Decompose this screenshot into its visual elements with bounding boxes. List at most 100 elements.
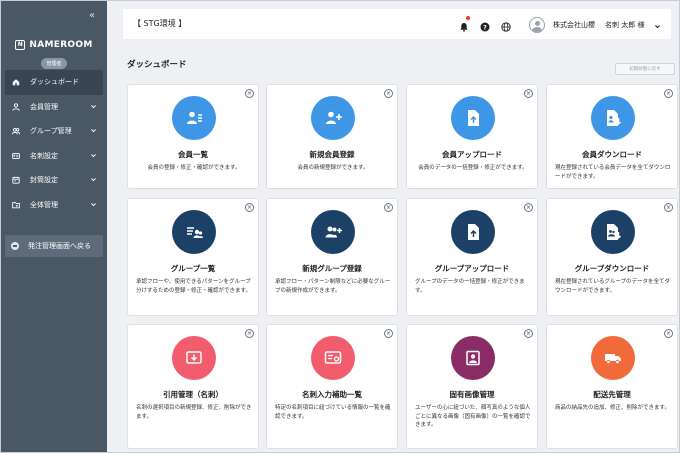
card-title: 新規グループ登録 [302, 264, 362, 273]
sidebar-item-envelope-settings[interactable]: 封筒設定 [5, 168, 103, 193]
card-new-group[interactable]: × 新規グループ登録 承認フロー・パターン制限などに必要なグループの新規作成がで… [266, 198, 398, 316]
card-title: 名刺入力補助一覧 [302, 390, 362, 399]
card-title: 会員アップロード [442, 150, 502, 159]
chevron-down-icon [90, 201, 97, 210]
card-title: グループ一覧 [170, 264, 216, 273]
folder-gear-icon [11, 200, 21, 210]
close-icon[interactable]: × [524, 89, 533, 98]
card-title: グループアップロード [434, 264, 510, 273]
card-description: 承認フローや、使用できるパターンをグループ分けするための登録・修正・確認ができま… [136, 279, 251, 294]
card-new-member[interactable]: × 新規会員登録 会員の新規登録ができます。 [266, 84, 398, 189]
card-delivery[interactable]: × 配送先管理 商品の納品先の追加、修正、削除ができます。 [546, 324, 678, 449]
globe-icon[interactable] [501, 17, 511, 36]
sidebar-item-label: ダッシュボード [30, 78, 79, 87]
card-title: 会員ダウンロード [582, 150, 642, 159]
reset-layout-button[interactable]: 初期状態に戻す [615, 63, 675, 75]
file-upload-icon [451, 96, 495, 140]
top-header: 【 STG環境 】 ? 株式会社山櫻 名刺 太郎 様 [123, 9, 671, 39]
card-description: 承認フロー・パターン制限などに必要なグループの新規作成ができます。 [275, 279, 391, 294]
user-name: 名刺 太郎 様 [605, 20, 645, 29]
file-upload-icon [451, 210, 495, 254]
logo-text: NAMEROOM [29, 40, 93, 50]
sidebar-item-label: 封筒設定 [30, 176, 58, 185]
card-description: 会員の新規登録ができます。 [297, 165, 369, 171]
portrait-icon [451, 336, 495, 380]
card-description: グループのデータの一括登録・修正ができます。 [415, 279, 525, 294]
file-download-icon [591, 96, 635, 140]
card-unique-image[interactable]: × 固有画像管理 ユーザーの心に紐づいた、顔写真のような個人ごとに異なる画像（固… [406, 324, 538, 449]
company-name: 株式会社山櫻 [553, 20, 595, 29]
card-title: 固有画像管理 [449, 390, 495, 399]
id-card-icon [11, 151, 21, 161]
chevron-down-icon [90, 127, 97, 136]
card-member-download[interactable]: × 会員ダウンロード 現在登録されている会員データを全てダウンロードができます。 [546, 84, 678, 189]
card-assist-icon [311, 336, 355, 380]
role-badge: 管理者 [41, 58, 67, 69]
close-icon[interactable]: × [245, 203, 254, 212]
card-description: 現在登録されているグループのデータを全てダウンロードができます。 [555, 279, 671, 294]
card-description: 会員のデータの一括登録・修正ができます。 [418, 165, 528, 171]
chevron-down-icon [90, 176, 97, 185]
sidebar-item-card-settings[interactable]: 名刺設定 [5, 144, 103, 169]
user-icon [11, 102, 21, 112]
sidebar-item-dashboard[interactable]: ダッシュボード [5, 70, 103, 95]
card-description: 商品の納品先の追加、修正、削除ができます。 [555, 405, 670, 411]
card-title: 会員一覧 [178, 150, 208, 159]
user-menu[interactable]: 株式会社山櫻 名刺 太郎 様 [529, 15, 661, 34]
close-icon[interactable]: × [664, 203, 673, 212]
group-add-icon [311, 210, 355, 254]
collapse-sidebar-icon[interactable]: « [89, 10, 95, 21]
page-title: ダッシュボード [127, 60, 187, 70]
member-add-icon [311, 96, 355, 140]
help-icon[interactable]: ? [480, 17, 490, 36]
back-to-order-button[interactable]: 発注管理画面へ戻る [5, 235, 103, 257]
card-description: 特定の名刺項目に紐づけている情報の一覧を確認できます。 [275, 405, 391, 420]
close-icon[interactable]: × [384, 329, 393, 338]
truck-icon [591, 336, 635, 380]
sidebar-item-label: 全体管理 [30, 200, 58, 209]
card-group-upload[interactable]: × グループアップロード グループのデータの一括登録・修正ができます。 [406, 198, 538, 316]
calendar-icon [11, 175, 21, 185]
logo-area: N NAMEROOM 管理者 [1, 31, 107, 69]
close-icon[interactable]: × [664, 89, 673, 98]
back-label: 発注管理画面へ戻る [28, 242, 91, 250]
card-description: 名刺の選択項目の新規登録、修正、削除ができます。 [136, 405, 252, 420]
sidebar-item-general-admin[interactable]: 全体管理 [5, 193, 103, 218]
sidebar-item-groups[interactable]: グループ管理 [5, 119, 103, 144]
card-member-upload[interactable]: × 会員アップロード 会員のデータの一括登録・修正ができます。 [406, 84, 538, 189]
sidebar-item-label: 会員管理 [30, 102, 58, 111]
sidebar-item-label: 名刺設定 [30, 151, 58, 160]
header-icons: ? [459, 16, 511, 36]
card-description: ユーザーの心に紐づいた、顔写真のような個人ごとに異なる画像（固有画像）の一覧を確… [415, 405, 531, 429]
chevron-down-icon [654, 15, 661, 34]
card-description: 現在登録されている会員データを全てダウンロードができます。 [555, 165, 671, 180]
sidebar-item-label: グループ管理 [30, 127, 72, 136]
home-icon [11, 77, 21, 87]
svg-text:?: ? [483, 23, 487, 31]
close-icon[interactable]: × [384, 89, 393, 98]
card-quote-management[interactable]: × 引用管理（名刺） 名刺の選択項目の新規登録、修正、削除ができます。 [127, 324, 259, 449]
close-icon[interactable]: × [245, 89, 254, 98]
close-icon[interactable]: × [524, 203, 533, 212]
card-input-assist[interactable]: × 名刺入力補助一覧 特定の名刺項目に紐づけている情報の一覧を確認できます。 [266, 324, 398, 449]
logo-mark-icon: N [15, 40, 26, 50]
close-icon[interactable]: × [245, 329, 254, 338]
chevron-down-icon [90, 152, 97, 161]
card-member-list[interactable]: × 会員一覧 会員の登録・修正・確認ができます。 [127, 84, 259, 189]
card-description: 会員の登録・修正・確認ができます。 [147, 165, 241, 171]
card-group-download[interactable]: × グループダウンロード 現在登録されているグループのデータを全てダウンロードが… [546, 198, 678, 316]
group-list-icon [172, 210, 216, 254]
sidebar-item-members[interactable]: 会員管理 [5, 95, 103, 120]
card-title: 配送先管理 [593, 390, 631, 399]
environment-label: 【 STG環境 】 [133, 19, 187, 28]
back-circle-icon [11, 242, 19, 250]
quote-icon [172, 336, 216, 380]
card-group-list[interactable]: × グループ一覧 承認フローや、使用できるパターンをグループ分けするための登録・… [127, 198, 259, 316]
card-title: 引用管理（名刺） [163, 390, 223, 399]
close-icon[interactable]: × [524, 329, 533, 338]
notification-bell-icon[interactable] [459, 16, 470, 36]
logo: N NAMEROOM [15, 40, 92, 50]
card-title: 新規会員登録 [309, 150, 355, 159]
close-icon[interactable]: × [384, 203, 393, 212]
close-icon[interactable]: × [664, 329, 673, 338]
